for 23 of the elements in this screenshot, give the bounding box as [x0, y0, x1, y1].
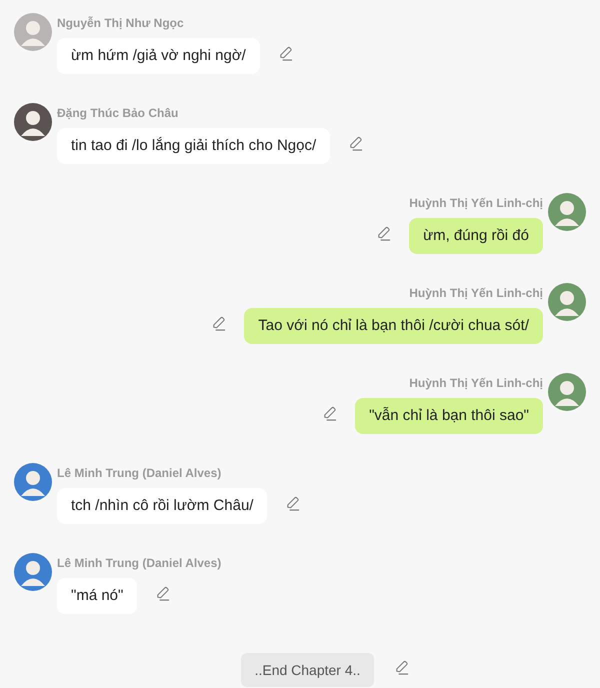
edit-icon[interactable] — [376, 226, 392, 240]
edit-icon[interactable] — [394, 660, 410, 674]
message-bubble: "má nó" — [57, 578, 138, 614]
sender-name: Nguyễn Thị Như Ngọc — [57, 15, 184, 31]
edit-icon[interactable] — [278, 46, 293, 60]
message-bubble: ừm hứm /giả vờ nghi ngờ/ — [57, 38, 260, 74]
chapter-end-note: ..End Chapter 4.. — [240, 653, 374, 687]
sender-name: Huỳnh Thị Yến Linh-chị — [409, 195, 543, 211]
edit-icon[interactable] — [348, 136, 364, 150]
sender-name: Huỳnh Thị Yến Linh-chị — [409, 285, 543, 301]
sender-name: Lê Minh Trung (Daniel Alves) — [57, 465, 222, 481]
message-bubble: tin tao đi /lo lắng giải thích cho Ngọc/ — [57, 128, 330, 164]
edit-icon[interactable] — [285, 496, 300, 510]
edit-icon[interactable] — [155, 586, 170, 600]
edit-icon[interactable] — [322, 406, 338, 420]
message-bubble: tch /nhìn cô rồi lườm Châu/ — [57, 488, 268, 524]
message-bubble: Tao với nó chỉ là bạn thôi /cười chua sót/ — [244, 308, 543, 344]
sender-name: Lê Minh Trung (Daniel Alves) — [57, 555, 222, 571]
message-bubble: ừm, đúng rồi đó — [409, 218, 543, 254]
sender-name: Đặng Thúc Bảo Châu — [57, 105, 178, 121]
edit-icon[interactable] — [211, 316, 226, 330]
message-bubble: "vẫn chỉ là bạn thôi sao" — [355, 398, 543, 434]
sender-name: Huỳnh Thị Yến Linh-chị — [409, 375, 543, 391]
